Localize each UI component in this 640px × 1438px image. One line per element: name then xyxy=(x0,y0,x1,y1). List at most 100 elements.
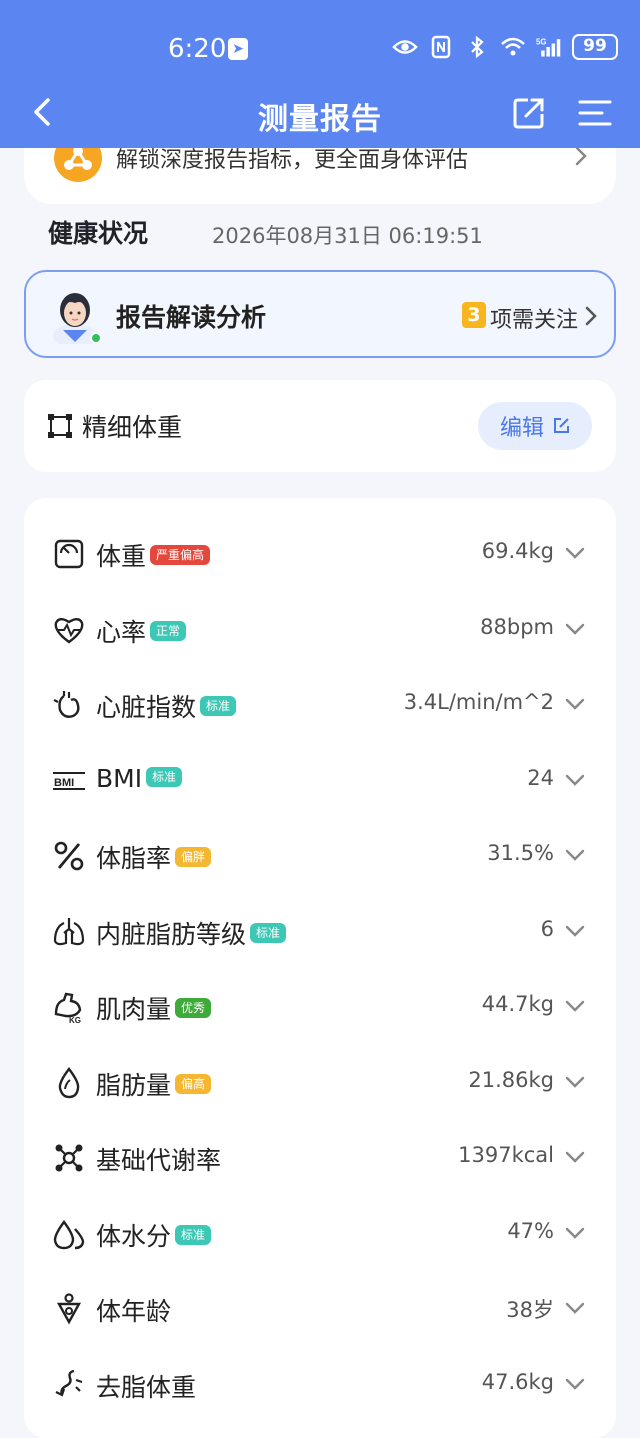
metric-value: 88bpm xyxy=(480,614,554,639)
attention-count-badge: 3 xyxy=(462,302,486,328)
metric-value: 21.86kg xyxy=(468,1067,554,1092)
metric-name: 内脏脂肪等级 标准 xyxy=(96,915,287,951)
chevron-down-icon[interactable] xyxy=(564,545,586,559)
report-analysis-card[interactable]: 报告解读分析 3 项需关注 xyxy=(24,270,616,358)
metric-name: BMI 标准 xyxy=(96,763,183,793)
metric-label: 去脂体重 xyxy=(96,1372,197,1402)
metric-row[interactable]: 去脂体重 47.6kg xyxy=(24,1346,616,1421)
svg-text:BMI: BMI xyxy=(54,777,74,789)
frame-select-icon xyxy=(48,414,72,438)
cellular-signal-icon: 5G xyxy=(536,34,562,60)
bmi-icon: BMI xyxy=(52,764,86,798)
clock: 6:20 xyxy=(168,34,227,64)
metric-name: 体水分 标准 xyxy=(96,1217,212,1253)
fine-weight-card: 精细体重 编辑 xyxy=(24,380,616,472)
chevron-right-icon xyxy=(574,146,588,170)
chevron-down-icon[interactable] xyxy=(564,847,586,861)
status-badge: 偏高 xyxy=(175,1073,212,1094)
metric-value: 69.4kg xyxy=(481,539,554,563)
report-analysis-label: 报告解读分析 xyxy=(116,303,267,332)
metric-label: 基础代谢率 xyxy=(96,1146,222,1175)
attention-text: 项需关注 xyxy=(490,308,579,333)
metric-row[interactable]: 基础代谢率 1397kcal xyxy=(24,1119,616,1194)
water-icon xyxy=(52,1217,86,1251)
fat-drop-icon xyxy=(52,1066,86,1100)
metric-name: 脂肪量 偏高 xyxy=(96,1066,212,1102)
eye-icon xyxy=(392,34,418,60)
metric-row[interactable]: 体水分 标准 47% xyxy=(24,1195,616,1270)
metric-row[interactable]: 心脏指数 标准 3.4L/min/m^2 xyxy=(24,666,616,741)
chevron-down-icon[interactable] xyxy=(564,696,586,710)
metrics-list: 体重 严重偏高 69.4kg 心率 正常 88bpm 心脏指数 标准 3.4L/min/m^2 B… xyxy=(24,498,616,1438)
battery-indicator: 99 xyxy=(572,34,618,60)
chevron-down-icon[interactable] xyxy=(564,998,586,1012)
chevron-down-icon[interactable] xyxy=(564,923,586,937)
lean-mass-icon xyxy=(52,1368,86,1402)
status-bar: 6:20 ➤ 5G 99 xyxy=(0,24,640,74)
metric-label: 体年龄 xyxy=(96,1297,172,1326)
status-badge: 严重偏高 xyxy=(150,545,211,565)
online-status-dot xyxy=(90,332,102,344)
edit-icon xyxy=(554,418,569,433)
fine-weight-label: 精细体重 xyxy=(82,413,183,442)
wifi-icon xyxy=(500,34,526,60)
metric-value: 1397kcal xyxy=(458,1143,554,1167)
metric-label: 心脏指数 xyxy=(96,693,197,722)
metric-name: 基础代谢率 xyxy=(96,1141,221,1177)
metric-row[interactable]: BMI BMI 标准 24 xyxy=(24,742,616,817)
status-badge: 标准 xyxy=(250,922,287,943)
chevron-down-icon[interactable] xyxy=(564,1225,586,1239)
chevron-down-icon[interactable] xyxy=(564,772,586,786)
metric-value: 44.7kg xyxy=(481,992,554,1016)
metric-name: 体脂率 偏胖 xyxy=(96,839,212,875)
metric-label: 体重 xyxy=(96,542,147,571)
metric-row[interactable]: 体年龄 38岁 xyxy=(24,1270,616,1345)
notification-icon: ➤ xyxy=(228,38,248,60)
nfc-icon xyxy=(428,34,454,60)
chevron-down-icon[interactable] xyxy=(564,1300,586,1314)
metric-row[interactable]: 内脏脂肪等级 标准 6 xyxy=(24,893,616,968)
metric-value: 47% xyxy=(507,1218,554,1243)
chevron-down-icon[interactable] xyxy=(564,1376,586,1390)
metric-name: 肌肉量 优秀 xyxy=(96,990,212,1026)
metric-label: 体水分 xyxy=(96,1221,172,1251)
metric-label: 体脂率 xyxy=(96,844,172,873)
network-type-label: 5G xyxy=(536,37,546,46)
metric-label: 肌肉量 xyxy=(96,995,172,1024)
health-status-title: 健康状况 xyxy=(48,219,149,248)
metric-name: 心率 正常 xyxy=(96,613,187,649)
metric-row[interactable]: 体重 严重偏高 69.4kg xyxy=(24,515,616,590)
app-header: 6:20 ➤ 5G 99 测量报告 xyxy=(0,0,640,148)
metric-row[interactable]: 脂肪量 偏高 21.86kg xyxy=(24,1044,616,1119)
bluetooth-icon xyxy=(464,34,490,60)
metric-value: 31.5% xyxy=(487,841,554,865)
metric-row[interactable]: 心率 正常 88bpm xyxy=(24,591,616,666)
metric-value: 24 xyxy=(527,765,554,790)
menu-button[interactable] xyxy=(576,94,614,132)
metric-value: 6 xyxy=(540,916,554,941)
edit-button[interactable]: 编辑 xyxy=(478,402,592,450)
heart-rate-icon xyxy=(52,613,86,647)
status-badge: 偏胖 xyxy=(175,847,212,867)
metric-label: BMI xyxy=(96,763,143,793)
lungs-icon xyxy=(52,915,86,949)
metric-value: 38岁 xyxy=(506,1298,554,1322)
status-badge: 优秀 xyxy=(175,998,212,1018)
metric-name: 去脂体重 xyxy=(96,1368,196,1404)
metric-row[interactable]: KG 肌肉量 优秀 44.7kg xyxy=(24,968,616,1043)
metric-label: 脂肪量 xyxy=(96,1070,172,1100)
share-button[interactable] xyxy=(510,94,548,132)
body-age-icon xyxy=(52,1292,86,1326)
chevron-down-icon[interactable] xyxy=(564,1149,586,1163)
metric-row[interactable]: 体脂率 偏胖 31.5% xyxy=(24,817,616,892)
scale-icon xyxy=(52,537,86,571)
metric-value: 3.4L/min/m^2 xyxy=(403,690,554,714)
metric-name: 体年龄 xyxy=(96,1292,171,1328)
chevron-down-icon[interactable] xyxy=(564,621,586,635)
svg-text:KG: KG xyxy=(69,1016,81,1024)
status-badge: 标准 xyxy=(146,766,183,787)
status-badge: 正常 xyxy=(150,620,187,641)
chevron-down-icon[interactable] xyxy=(564,1074,586,1088)
metric-name: 体重 严重偏高 xyxy=(96,537,211,573)
muscle-icon: KG xyxy=(52,990,86,1025)
